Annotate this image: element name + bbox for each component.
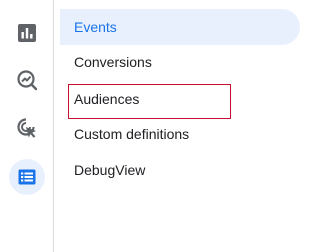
reports-nav-button[interactable] [9,15,45,51]
configure-nav-button[interactable] [9,159,45,195]
explore-nav-button[interactable] [9,62,45,98]
advertising-icon [16,117,38,139]
nav-item-label: DebugView [74,162,146,178]
nav-item-label: Custom definitions [74,126,190,142]
nav-item-label: Conversions [74,54,152,70]
explore-icon [16,69,38,91]
nav-item-custom-definitions[interactable]: Custom definitions [60,116,300,152]
reports-icon [17,23,37,43]
nav-item-conversions[interactable]: Conversions [60,44,300,80]
nav-item-label: Audiences [74,91,140,107]
nav-item-debugview[interactable]: DebugView [60,152,300,188]
configure-icon [17,167,37,187]
nav-item-label: Events [74,19,117,35]
left-icon-rail [0,0,54,252]
nav-item-audiences[interactable]: Audiences [60,81,300,117]
nav-item-events[interactable]: Events [60,9,300,45]
configure-submenu: Events Conversions Audiences Custom defi… [54,0,318,252]
analytics-configure-panel: Events Conversions Audiences Custom defi… [0,0,318,252]
advertising-nav-button[interactable] [9,110,45,146]
